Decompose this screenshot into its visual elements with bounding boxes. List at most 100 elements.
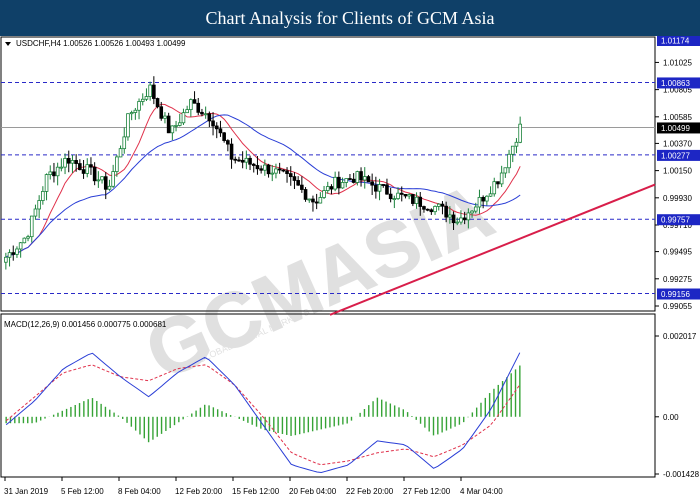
bullish-candle [181, 112, 186, 124]
bullish-candle [377, 184, 382, 192]
bullish-candle [144, 96, 149, 100]
price-tag-label: 1.00863 [661, 79, 690, 88]
bullish-candle [263, 164, 267, 171]
bearish-candle [74, 160, 78, 164]
bearish-candle [440, 203, 445, 207]
price-tick-label: 0.99930 [663, 194, 692, 203]
bullish-candle [344, 178, 349, 183]
bullish-candle [492, 181, 497, 195]
bullish-candle [488, 193, 493, 197]
bullish-candle [203, 113, 208, 116]
bearish-candle [300, 184, 304, 190]
bearish-candle [78, 163, 82, 171]
time-tick-label: 8 Feb 04:00 [118, 487, 161, 496]
bearish-candle [285, 170, 289, 175]
bearish-candle [288, 173, 293, 178]
bearish-candle [218, 128, 223, 134]
bullish-candle [133, 109, 138, 113]
bullish-candle [170, 125, 175, 134]
bullish-candle [307, 198, 312, 201]
time-tick-label: 31 Jan 2019 [4, 487, 49, 496]
bearish-candle [403, 194, 408, 197]
bullish-candle [407, 194, 411, 197]
bearish-candle [348, 178, 352, 180]
macd-tick-label: 0.00 [663, 413, 679, 422]
bullish-candle [59, 166, 64, 169]
bullish-candle [115, 156, 119, 172]
price-tick-label: 0.99275 [663, 275, 692, 284]
bullish-candle [18, 242, 23, 250]
time-tick-label: 5 Feb 12:00 [61, 487, 104, 496]
macd-indicator-label: MACD(12,26,9) 0.001456 0.000775 0.000681 [4, 320, 167, 329]
bullish-candle [48, 171, 53, 175]
bullish-candle [163, 115, 167, 119]
bearish-candle [89, 164, 93, 168]
bullish-candle [85, 164, 90, 174]
bullish-candle [485, 195, 489, 202]
bearish-candle [152, 84, 156, 99]
bearish-candle [429, 209, 434, 213]
bullish-candle [270, 172, 275, 175]
bullish-candle [470, 210, 474, 214]
price-tag-label: 0.99156 [661, 290, 690, 299]
bearish-candle [366, 176, 371, 183]
bearish-candle [92, 166, 97, 182]
bullish-candle [96, 179, 101, 182]
bearish-candle [255, 165, 260, 170]
time-tick-label: 15 Feb 12:00 [232, 487, 280, 496]
bearish-candle [266, 164, 271, 175]
bullish-candle [518, 123, 522, 143]
symbol-info-label: USDCHF,H4 1.00526 1.00526 1.00493 1.0049… [16, 39, 186, 48]
bearish-candle [359, 171, 363, 181]
bearish-candle [214, 125, 219, 130]
bearish-candle [292, 176, 297, 181]
macd-tick-label: 0.002017 [663, 332, 697, 341]
bullish-candle [174, 125, 178, 127]
bullish-candle [177, 122, 182, 126]
price-tick-label: 1.01025 [663, 58, 692, 67]
bearish-candle [237, 159, 241, 162]
time-tick-label: 22 Feb 20:00 [346, 487, 394, 496]
bearish-candle [192, 99, 197, 104]
bearish-candle [422, 206, 426, 210]
bullish-candle [499, 172, 504, 185]
bullish-candle [503, 167, 508, 174]
bearish-candle [66, 157, 71, 164]
bullish-candle [122, 136, 127, 150]
bullish-candle [111, 171, 115, 187]
bearish-candle [259, 168, 263, 171]
macd-panel-frame [0, 313, 656, 478]
bullish-candle [129, 112, 134, 115]
bearish-candle [351, 178, 356, 183]
bullish-candle [318, 197, 323, 204]
time-tick-label: 4 Mar 04:00 [460, 487, 503, 496]
bearish-candle [200, 111, 204, 115]
bearish-candle [251, 163, 256, 166]
bearish-candle [226, 140, 230, 145]
bullish-candle [118, 148, 123, 158]
bullish-candle [7, 252, 12, 258]
bearish-candle [337, 176, 341, 189]
bullish-candle [322, 190, 326, 198]
price-tag-label: 0.99757 [661, 216, 690, 225]
bullish-candle [414, 196, 419, 204]
price-tag-label: 1.01174 [661, 37, 690, 46]
bearish-candle [314, 201, 319, 204]
bearish-candle [277, 168, 282, 171]
bullish-candle [63, 157, 67, 168]
bullish-candle [41, 191, 45, 201]
bullish-candle [140, 98, 145, 102]
bearish-candle [311, 198, 315, 203]
bullish-candle [507, 153, 511, 169]
bullish-candle [244, 157, 249, 163]
bullish-candle [29, 215, 34, 238]
bullish-candle [126, 113, 130, 138]
bullish-candle [433, 205, 437, 213]
bullish-candle [455, 221, 460, 224]
bullish-candle [473, 206, 478, 212]
bearish-candle [248, 157, 252, 165]
time-tick-label: 20 Feb 04:00 [289, 487, 337, 496]
bullish-candle [477, 196, 482, 208]
bullish-candle [107, 185, 112, 190]
bearish-candle [222, 132, 226, 141]
